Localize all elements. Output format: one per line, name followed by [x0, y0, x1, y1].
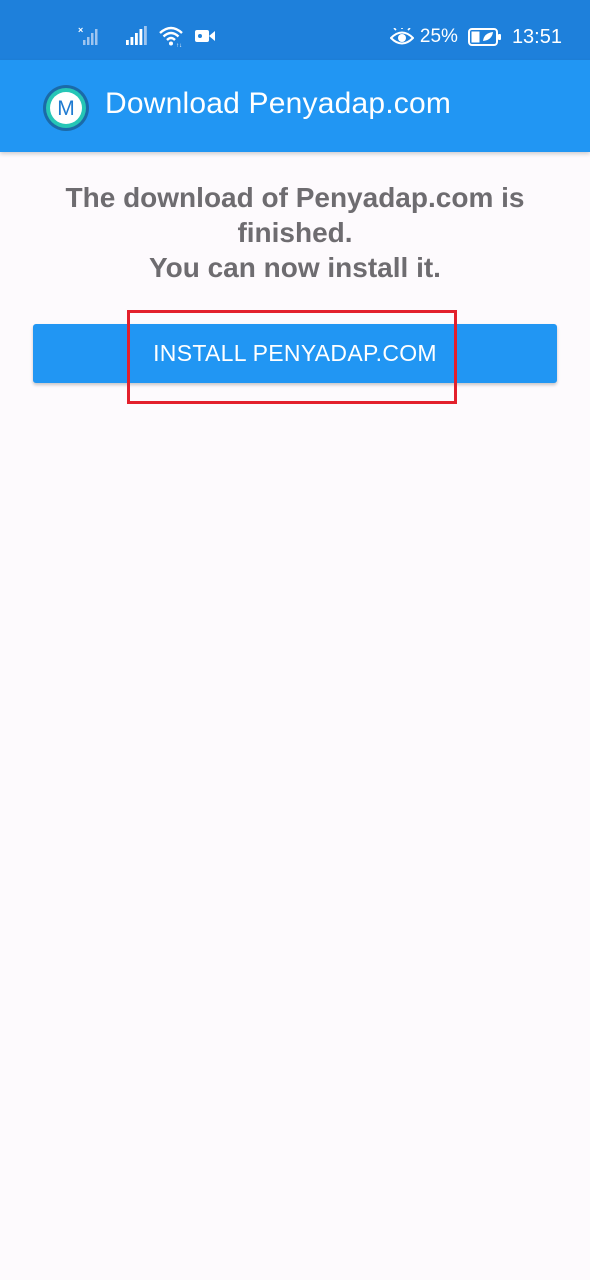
clock: 13:51: [511, 25, 562, 48]
install-button[interactable]: INSTALL PENYADAP.COM: [33, 324, 557, 383]
app-logo-letter: M: [57, 97, 75, 120]
wifi-icon: ↑↓: [159, 26, 183, 47]
status-bar: × ↑↓ 25% 13:51: [0, 0, 590, 60]
download-message: The download of Penyadap.com is finished…: [30, 180, 560, 285]
video-camera-icon: [195, 30, 215, 42]
app-title: Download Penyadap.com: [105, 87, 452, 120]
app-logo-icon: M: [43, 85, 89, 131]
battery-percent: 25%: [419, 26, 458, 47]
eye-comfort-icon: [389, 28, 414, 45]
cell-signal-icon: [126, 26, 147, 45]
status-right: 25% 13:51: [389, 24, 562, 50]
sim-no-signal-icon: ×: [78, 25, 98, 45]
svg-text:↑↓: ↑↓: [176, 43, 182, 47]
message-line-finished: The download of Penyadap.com is finished…: [65, 182, 525, 248]
svg-text:×: ×: [78, 25, 83, 35]
download-screen: × ↑↓ 25% 13:51 M Download Penyadap.com T…: [0, 0, 590, 1280]
app-bar: M Download Penyadap.com: [0, 60, 590, 152]
message-line-install: You can now install it.: [149, 252, 441, 283]
status-left-icons: × ↑↓: [78, 24, 216, 48]
battery-charging-icon: [467, 28, 501, 46]
